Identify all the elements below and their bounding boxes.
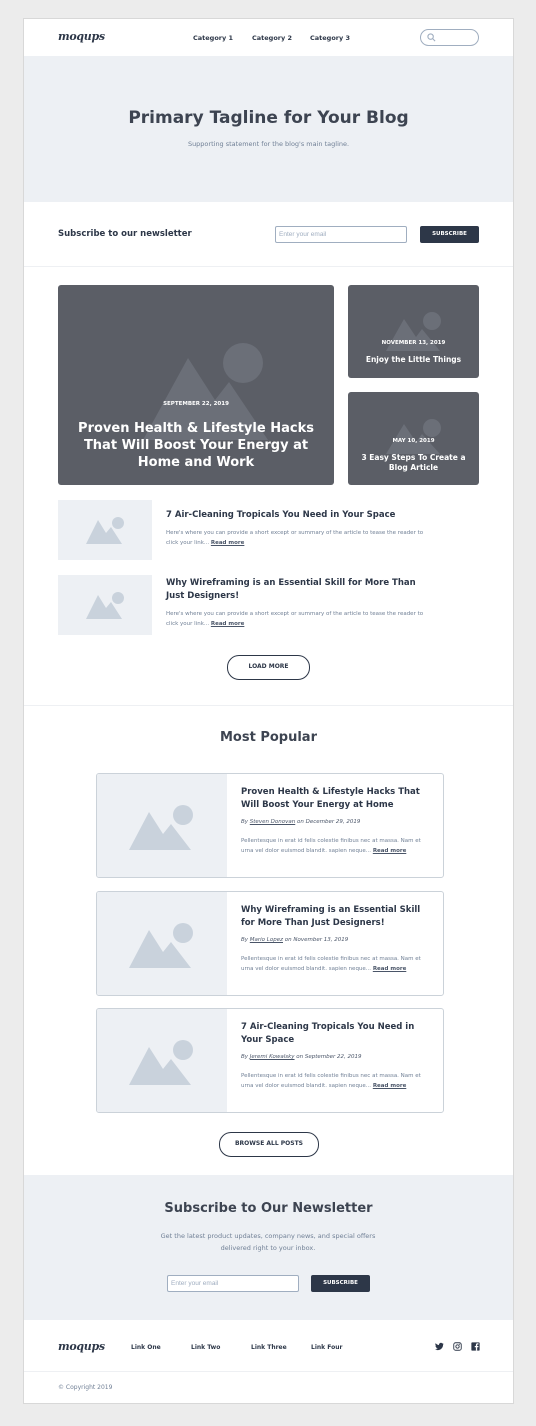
subscribe-button[interactable]: SUBSCRIBE [311, 1275, 370, 1292]
nav-category-3[interactable]: Category 3 [310, 34, 350, 42]
post-title[interactable]: 7 Air-Cleaning Tropicals You Need in You… [166, 509, 426, 522]
post-excerpt: Here's where you can provide a short exc… [166, 610, 426, 629]
newsletter-row: Subscribe to our newsletter Enter your e… [24, 202, 513, 267]
popular-excerpt: Pellentesque in erat id felis colestie f… [241, 955, 421, 975]
twitter-icon[interactable] [435, 1342, 444, 1351]
byline-date: on September 22, 2019 [296, 1054, 362, 1060]
post-excerpt-text: Here's where you can provide a short exc… [166, 530, 424, 546]
featured-side-date: NOVEMBER 13, 2019 [381, 340, 446, 346]
subscribe-button[interactable]: SUBSCRIBE [420, 226, 479, 243]
byline-prefix: By [241, 819, 249, 825]
read-more-link[interactable]: Read more [373, 1083, 406, 1089]
author-link[interactable]: Jeremi Kowalsky [250, 1054, 295, 1060]
image-placeholder-icon [86, 517, 124, 544]
popular-title[interactable]: 7 Air-Cleaning Tropicals You Need in You… [241, 1021, 436, 1046]
byline-date: on November 13, 2019 [284, 937, 349, 943]
read-more-link[interactable]: Read more [211, 621, 244, 627]
post-thumbnail[interactable] [58, 500, 152, 560]
post-excerpt: Here's where you can provide a short exc… [166, 529, 426, 548]
load-more-button[interactable]: LOAD MORE [227, 655, 310, 680]
popular-byline: By Steven Donovan on December 29, 2019 [241, 819, 360, 825]
header: moqups Category 1 Category 2 Category 3 [24, 19, 513, 56]
image-placeholder-icon [129, 1040, 193, 1085]
featured-side-title: Enjoy the Little Things [365, 355, 462, 364]
popular-card[interactable]: Why Wireframing is an Essential Skill fo… [96, 891, 444, 996]
footer-logo[interactable]: moqups [58, 1340, 105, 1353]
featured-main-title: Proven Health & Lifestyle Hacks That Wil… [78, 421, 314, 470]
browse-all-posts-button[interactable]: BROWSE ALL POSTS [219, 1132, 319, 1157]
featured-main-card[interactable]: SEPTEMBER 22, 2019 Proven Health & Lifes… [58, 285, 334, 485]
hero: Primary Tagline for Your Blog Supporting… [24, 56, 513, 202]
footer-link-four[interactable]: Link Four [311, 1344, 342, 1351]
popular-thumbnail [97, 1009, 227, 1112]
popular-excerpt: Pellentesque in erat id felis colestie f… [241, 1072, 421, 1092]
footer-link-three[interactable]: Link Three [251, 1344, 287, 1351]
search-input[interactable] [420, 29, 479, 46]
read-more-link[interactable]: Read more [211, 540, 244, 546]
footer: moqups Link One Link Two Link Three Link… [24, 1320, 513, 1403]
email-field[interactable]: Enter your email [275, 226, 407, 243]
facebook-icon[interactable] [471, 1342, 480, 1351]
footer-link-two[interactable]: Link Two [191, 1344, 220, 1351]
image-placeholder-icon [129, 805, 193, 850]
post-excerpt-text: Here's where you can provide a short exc… [166, 611, 424, 627]
featured-side-card[interactable]: MAY 10, 2019 3 Easy Steps To Create a Bl… [348, 392, 479, 485]
newsletter-section: Subscribe to Our Newsletter Get the late… [24, 1175, 513, 1320]
popular-byline: By Mario Lopez on November 13, 2019 [241, 937, 348, 943]
page-frame: moqups Category 1 Category 2 Category 3 … [23, 18, 514, 1404]
instagram-icon[interactable] [453, 1342, 462, 1351]
byline-prefix: By [241, 937, 249, 943]
popular-thumbnail [97, 892, 227, 995]
nav-category-2[interactable]: Category 2 [252, 34, 292, 42]
popular-card[interactable]: Proven Health & Lifestyle Hacks That Wil… [96, 773, 444, 878]
email-field[interactable]: Enter your email [167, 1275, 299, 1292]
hero-title: Primary Tagline for Your Blog [128, 108, 409, 128]
author-link[interactable]: Steven Donovan [250, 819, 295, 825]
featured-main-date: SEPTEMBER 22, 2019 [163, 401, 229, 407]
popular-excerpt: Pellentesque in erat id felis colestie f… [241, 837, 421, 857]
featured-side-title: 3 Easy Steps To Create a Blog Article [361, 453, 466, 472]
popular-title[interactable]: Why Wireframing is an Essential Skill fo… [241, 904, 436, 929]
newsletter-title: Subscribe to Our Newsletter [164, 1201, 373, 1216]
popular-card[interactable]: 7 Air-Cleaning Tropicals You Need in You… [96, 1008, 444, 1113]
read-more-link[interactable]: Read more [373, 966, 406, 972]
read-more-link[interactable]: Read more [373, 848, 406, 854]
logo[interactable]: moqups [58, 30, 105, 43]
copyright: © Copyright 2019 [58, 1384, 113, 1391]
hero-subtitle: Supporting statement for the blog's main… [187, 140, 350, 148]
byline-date: on December 29, 2019 [297, 819, 361, 825]
popular-title[interactable]: Proven Health & Lifestyle Hacks That Wil… [241, 786, 436, 811]
popular-byline: By Jeremi Kowalsky on September 22, 2019 [241, 1054, 362, 1060]
image-placeholder-icon [86, 592, 124, 619]
post-thumbnail[interactable] [58, 575, 152, 635]
section-divider [24, 705, 513, 706]
footer-divider [24, 1371, 513, 1372]
popular-heading: Most Popular [219, 730, 317, 745]
search-icon [427, 33, 436, 42]
post-title[interactable]: Why Wireframing is an Essential Skill fo… [166, 577, 426, 602]
byline-prefix: By [241, 1054, 249, 1060]
featured-side-date: MAY 10, 2019 [392, 438, 435, 444]
newsletter-label: Subscribe to our newsletter [58, 229, 192, 239]
popular-thumbnail [97, 774, 227, 877]
author-link[interactable]: Mario Lopez [250, 937, 283, 943]
nav-category-1[interactable]: Category 1 [193, 34, 233, 42]
newsletter-subtitle: Get the latest product updates, company … [160, 1232, 376, 1252]
image-placeholder-icon [129, 923, 193, 968]
image-placeholder-icon [386, 419, 441, 454]
footer-link-one[interactable]: Link One [131, 1344, 161, 1351]
featured-side-card[interactable]: NOVEMBER 13, 2019 Enjoy the Little Thing… [348, 285, 479, 378]
